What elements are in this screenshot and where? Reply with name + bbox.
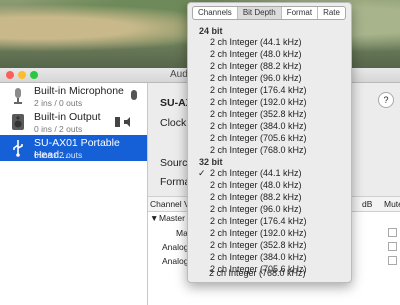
menu-item[interactable]: 2 ch Integer (176.4 kHz) bbox=[210, 85, 307, 95]
checkmark-icon: ✓ bbox=[198, 168, 206, 178]
menu-item[interactable]: 2 ch Integer (48.0 kHz) bbox=[210, 180, 302, 190]
menu-item[interactable]: 2 ch Integer (88.2 kHz) bbox=[210, 61, 302, 71]
device-io: 0 ins / 2 outs bbox=[34, 150, 83, 160]
menu-item[interactable]: 2 ch Integer (768.0 kHz) bbox=[209, 268, 306, 278]
device-list: Built-in Microphone 2 ins / 0 outs Built… bbox=[0, 83, 148, 305]
mute-checkbox[interactable] bbox=[388, 256, 397, 265]
close-button[interactable] bbox=[6, 71, 14, 79]
tab-rate[interactable]: Rate bbox=[318, 7, 345, 19]
menu-item[interactable]: 2 ch Integer (96.0 kHz) bbox=[210, 73, 302, 83]
device-name: Built-in Microphone bbox=[34, 85, 124, 97]
device-io: 2 ins / 0 outs bbox=[34, 98, 83, 108]
tab-bit-depth[interactable]: Bit Depth bbox=[237, 7, 282, 19]
menu-item[interactable]: 2 ch Integer (192.0 kHz) bbox=[210, 228, 307, 238]
device-io: 0 ins / 2 outs bbox=[34, 124, 83, 134]
menu-item[interactable]: 2 ch Integer (176.4 kHz) bbox=[210, 216, 307, 226]
device-built-in-microphone[interactable]: Built-in Microphone 2 ins / 0 outs bbox=[0, 83, 147, 109]
minimize-button[interactable] bbox=[18, 71, 26, 79]
window-title: Aud bbox=[170, 69, 188, 80]
microphone-indicator-icon bbox=[131, 90, 137, 100]
speaker-icon bbox=[12, 114, 24, 130]
format-popup-menu: Channels Bit Depth Format Rate 24 bit 2 … bbox=[187, 2, 352, 283]
db-column-header: dB bbox=[362, 199, 373, 209]
device-su-ax01[interactable]: SU-AX01 Portable Head... 0 ins / 2 outs bbox=[0, 135, 147, 161]
menu-item[interactable]: 2 ch Integer (384.0 kHz) bbox=[210, 252, 307, 262]
table-row: Analog bbox=[162, 242, 189, 252]
usb-icon bbox=[13, 140, 23, 157]
device-name: Built-in Output bbox=[34, 111, 101, 123]
microphone-icon bbox=[14, 88, 22, 104]
mute-checkbox[interactable] bbox=[388, 228, 397, 237]
menu-item[interactable]: 2 ch Integer (352.8 kHz) bbox=[210, 240, 307, 250]
group-heading-32-bit: 32 bit bbox=[199, 157, 223, 167]
group-heading-24-bit: 24 bit bbox=[199, 26, 223, 36]
table-row: Analog bbox=[162, 256, 189, 266]
menu-item[interactable]: 2 ch Integer (384.0 kHz) bbox=[210, 121, 307, 131]
mute-checkbox[interactable] bbox=[388, 242, 397, 251]
device-built-in-output[interactable]: Built-in Output 0 ins / 2 outs bbox=[0, 109, 147, 135]
mute-column-header: Mute bbox=[384, 199, 400, 209]
help-button[interactable]: ? bbox=[378, 92, 394, 108]
tab-format[interactable]: Format bbox=[282, 7, 319, 19]
menu-tab-bar: Channels Bit Depth Format Rate bbox=[192, 6, 346, 20]
menu-item-selected[interactable]: 2 ch Integer (44.1 kHz) bbox=[210, 168, 302, 178]
output-volume-icon bbox=[115, 117, 130, 127]
disclosure-triangle-icon[interactable]: ▼ bbox=[150, 213, 158, 223]
menu-item[interactable]: 2 ch Integer (192.0 kHz) bbox=[210, 97, 307, 107]
menu-item[interactable]: 2 ch Integer (44.1 kHz) bbox=[210, 37, 302, 47]
menu-item[interactable]: 2 ch Integer (88.2 kHz) bbox=[210, 192, 302, 202]
menu-item[interactable]: 2 ch Integer (352.8 kHz) bbox=[210, 109, 307, 119]
menu-item[interactable]: 2 ch Integer (48.0 kHz) bbox=[210, 49, 302, 59]
zoom-button[interactable] bbox=[30, 71, 38, 79]
menu-item[interactable]: 2 ch Integer (96.0 kHz) bbox=[210, 204, 302, 214]
menu-item[interactable]: 2 ch Integer (768.0 kHz) bbox=[210, 145, 307, 155]
tab-channels[interactable]: Channels bbox=[193, 7, 238, 19]
menu-item[interactable]: 2 ch Integer (705.6 kHz) bbox=[210, 133, 307, 143]
